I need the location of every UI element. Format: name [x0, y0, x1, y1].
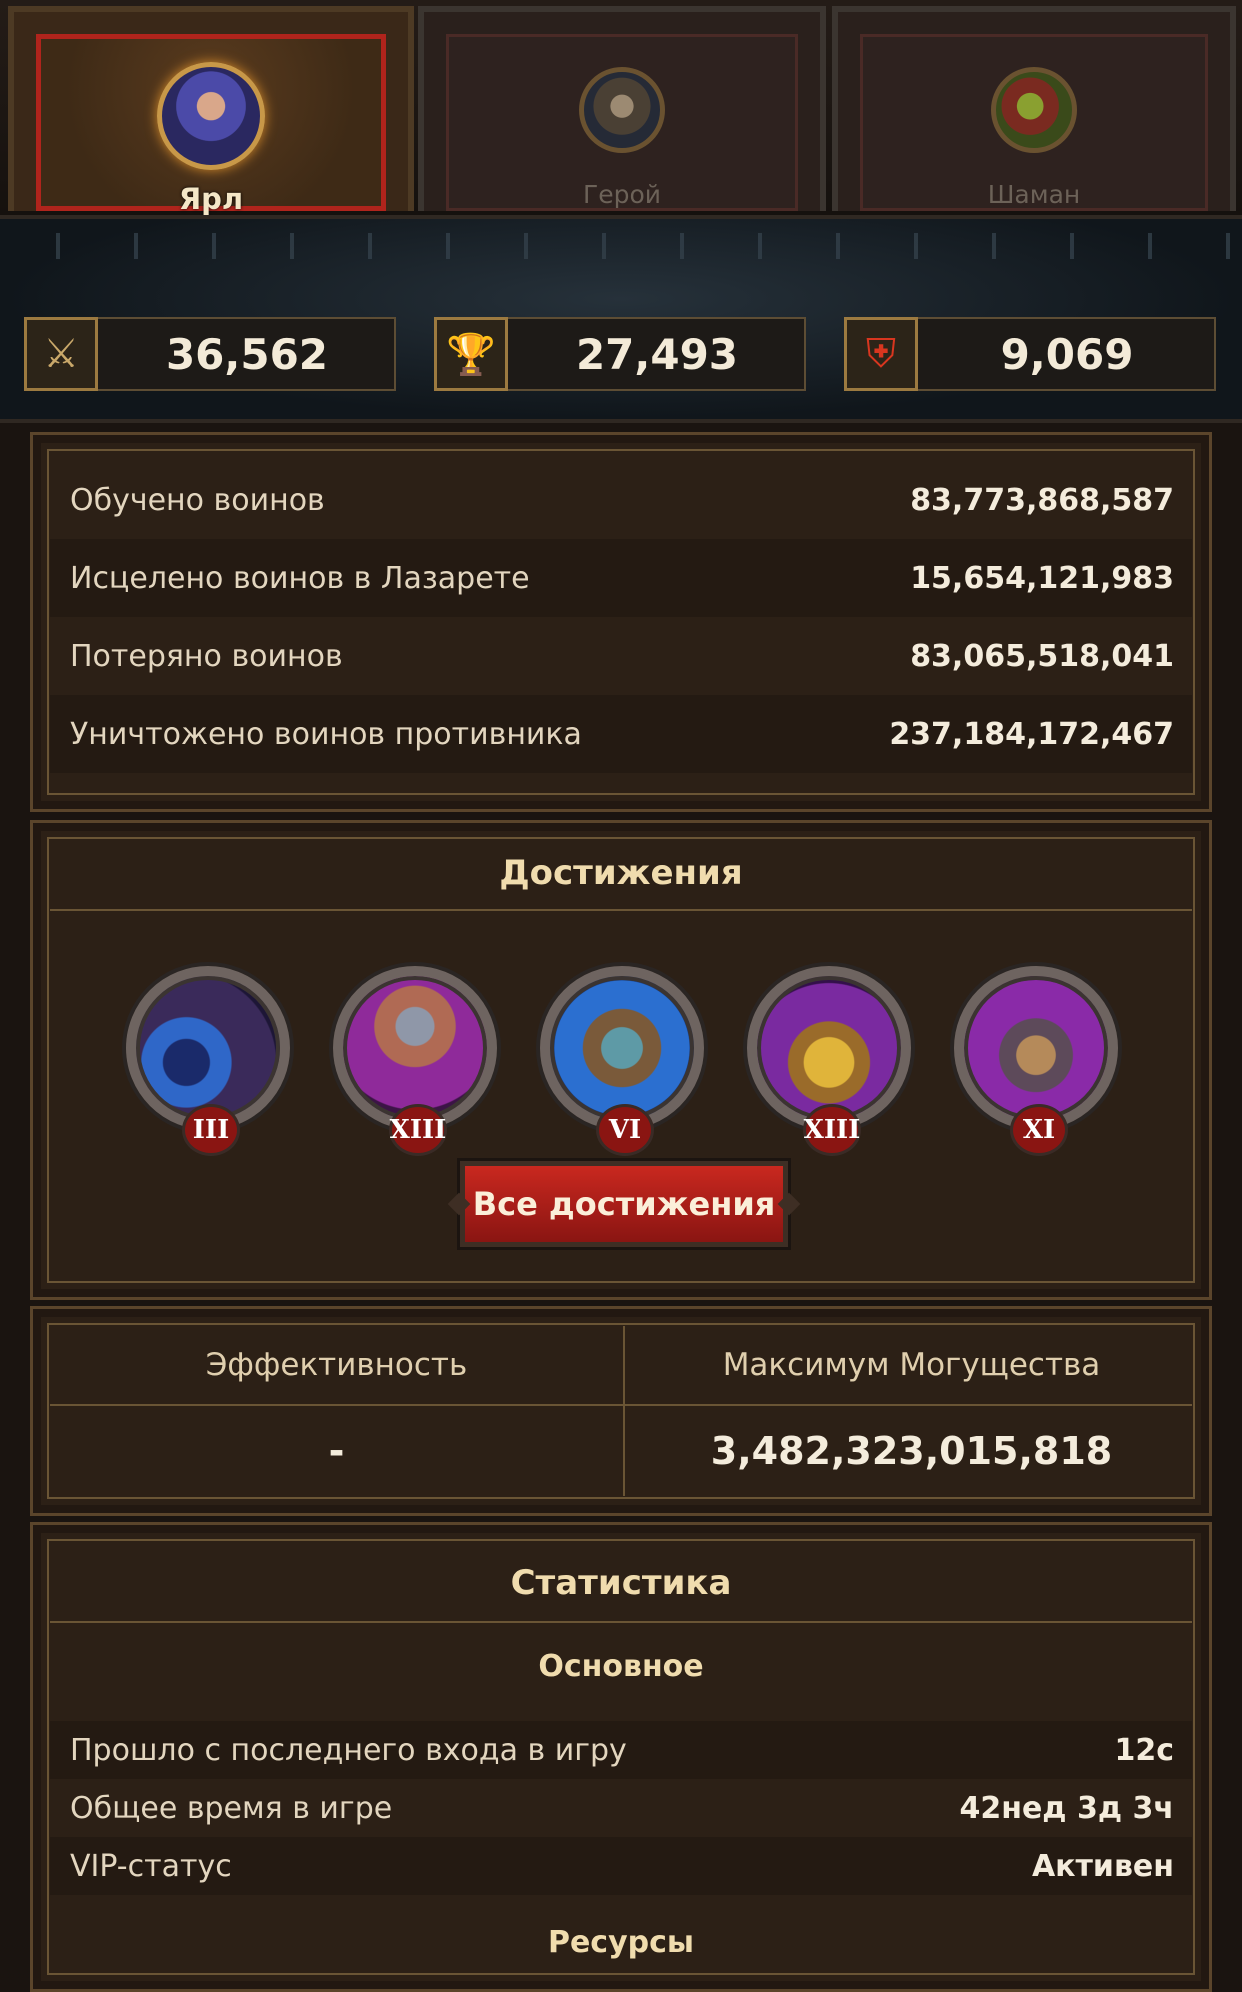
- crossed-swords-icon: ⚔: [24, 317, 98, 391]
- troops-row-value: 83,773,868,587: [910, 482, 1174, 518]
- tab-jarl-label: Ярл: [178, 182, 244, 216]
- max-power-header: Максимум Могущества: [722, 1347, 1101, 1383]
- statistics-row-value: 12с: [1114, 1732, 1174, 1768]
- statistics-row: VIP-статус Активен: [50, 1837, 1192, 1895]
- kills-value: 9,069: [1000, 329, 1134, 379]
- troops-row-value: 15,654,121,983: [910, 560, 1174, 596]
- hero-portrait-icon: [579, 67, 665, 153]
- statistics-row-value: Активен: [1031, 1848, 1174, 1884]
- rank-badge: III: [182, 1104, 240, 1156]
- shaman-portrait-icon: [991, 67, 1077, 153]
- statistics-panel: Статистика Основное Прошло с последнего …: [30, 1522, 1212, 1992]
- achievement-badge[interactable]: XIII: [739, 958, 919, 1156]
- troops-row-label: Потеряно воинов: [70, 638, 343, 674]
- role-tabs: Ярл Герой Шаман: [0, 0, 1242, 216]
- summary-stats-band: ⚔ 36,562 🏆 27,493 ⛨ 9,069: [0, 215, 1242, 423]
- rank-badge: XI: [1010, 1104, 1068, 1156]
- achievement-badge[interactable]: VI: [532, 958, 712, 1156]
- efficiency-header: Эффективность: [205, 1347, 468, 1383]
- troops-row: Обучено воинов 83,773,868,587: [50, 461, 1192, 539]
- kills-stat: ⛨ 9,069: [844, 317, 1216, 391]
- trophies-stat: 🏆 27,493: [434, 317, 806, 391]
- tab-hero[interactable]: Герой: [418, 6, 826, 211]
- troops-panel: Обучено воинов 83,773,868,587 Исцелено в…: [30, 432, 1212, 812]
- efficiency-value: -: [328, 1429, 345, 1473]
- tab-shaman-label: Шаман: [987, 180, 1081, 209]
- max-power-value: 3,482,323,015,818: [710, 1429, 1113, 1473]
- troops-row-label: Уничтожено воинов противника: [70, 716, 582, 752]
- achievement-badge[interactable]: III: [118, 958, 298, 1156]
- tab-hero-label: Герой: [582, 180, 662, 209]
- achievements-title: Достижения: [499, 853, 743, 893]
- power-stat: ⚔ 36,562: [24, 317, 396, 391]
- all-achievements-button[interactable]: Все достижения: [447, 1161, 801, 1247]
- troops-row: Уничтожено воинов противника 237,184,172…: [50, 695, 1192, 773]
- rank-badge: XIII: [803, 1104, 861, 1156]
- achievement-badge[interactable]: XI: [946, 958, 1126, 1156]
- statistics-row: Общее время в игре 42нед 3д 3ч: [50, 1779, 1192, 1837]
- troops-row-label: Исцелено воинов в Лазарете: [70, 560, 530, 596]
- trophy-icon: 🏆: [434, 317, 508, 391]
- achievements-panel: Достижения III XIII VI XIII XI Все дости…: [30, 820, 1212, 1300]
- rank-badge: VI: [596, 1104, 654, 1156]
- statistics-row-label: Прошло с последнего входа в игру: [70, 1732, 627, 1768]
- troops-row-value: 83,065,518,041: [910, 638, 1174, 674]
- band-ornament: [0, 233, 1242, 259]
- tab-shaman[interactable]: Шаман: [832, 6, 1236, 211]
- statistics-row: Прошло с последнего входа в игру 12с: [50, 1721, 1192, 1779]
- achievement-badge[interactable]: XIII: [325, 958, 505, 1156]
- achievements-divider: [50, 909, 1192, 911]
- troops-row-value: 237,184,172,467: [889, 716, 1174, 752]
- statistics-row-label: VIP-статус: [70, 1848, 232, 1884]
- red-shield-icon: ⛨: [844, 317, 918, 391]
- trophies-value: 27,493: [575, 329, 739, 379]
- statistics-title: Статистика: [510, 1563, 732, 1603]
- troops-row: Исцелено воинов в Лазарете 15,654,121,98…: [50, 539, 1192, 617]
- all-achievements-label: Все достижения: [472, 1185, 776, 1223]
- troops-row: Потеряно воинов 83,065,518,041: [50, 617, 1192, 695]
- efficiency-panel: Эффективность Максимум Могущества - 3,48…: [30, 1306, 1212, 1516]
- statistics-subtitle: Основное: [538, 1649, 704, 1684]
- jarl-portrait-icon: [157, 62, 265, 170]
- tab-jarl[interactable]: Ярл: [8, 6, 414, 216]
- rank-badge: XIII: [389, 1104, 447, 1156]
- statistics-row-value: 42нед 3д 3ч: [959, 1790, 1174, 1826]
- power-value: 36,562: [165, 329, 329, 379]
- troops-row-label: Обучено воинов: [70, 482, 325, 518]
- statistics-row-label: Общее время в игре: [70, 1790, 393, 1826]
- statistics-divider: [50, 1621, 1192, 1623]
- resources-subtitle: Ресурсы: [547, 1925, 695, 1960]
